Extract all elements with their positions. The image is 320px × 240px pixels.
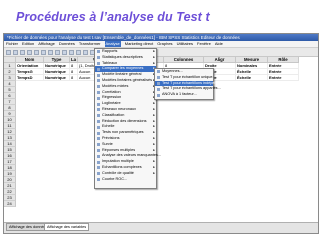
menu-item-icon [96,79,100,83]
menu-item-label: Statistiques descriptives [102,54,143,59]
submenu-item-icon [156,76,160,80]
menu-item-label: Comparer les moyennes [102,66,144,71]
menu-item-icon [96,125,100,129]
menu-item-label: Réseaux neuronaux [102,106,136,111]
menu-item-icon [96,137,100,141]
menu-item-label: Echantillons complexes [102,164,142,169]
spss-window: *Fichier de données pour l'analyse du te… [3,33,319,234]
submenu-item-label: Moyennes... [162,69,183,73]
submenu-item-icon [156,81,160,85]
menu-item-label: Corrélation [102,89,121,94]
menu-item-icon [96,131,100,135]
menu-fen-tre[interactable]: Fenêtre [197,41,211,47]
menu-marketing-direct[interactable]: Marketing direct [125,41,153,47]
menu-item-icon [96,108,100,112]
menu-item-icon [96,50,100,54]
menu-analyse[interactable]: Analyse [104,41,121,47]
menu-fichier[interactable]: Fichier [6,41,18,47]
submenu-item-label: Test T pour échantillons indépendants... [162,80,229,85]
cell-w[interactable]: 8 [70,75,78,81]
submenu-item-icon [156,93,160,97]
menu-item-label: Survie [102,141,113,146]
menu-item-icon [96,73,100,77]
menu-item-icon [96,166,100,170]
submenu-item-label: Test T pour échantillons appariés... [162,86,221,91]
menu-item-label: Prévisions [102,135,120,140]
redo-icon[interactable] [41,49,46,55]
menu-item-icon [96,96,100,100]
find-icon[interactable] [62,49,67,55]
menu-item-icon [96,85,100,89]
menu-item-label: Modèle linéaire général [102,72,142,77]
menu-item-label: Réduction des dimensions [102,118,147,123]
menu-item-icon [96,90,100,94]
menu-item-icon [96,148,100,152]
submenu-item-icon [156,87,160,91]
menu-item-icon [96,172,100,176]
insert-case-icon[interactable] [69,49,74,55]
menu-item-icon [96,102,100,106]
menu-item-icon [96,177,100,181]
cell-role[interactable]: Entrée [268,75,299,81]
submenu-item[interactable]: ANOVA à 1 facteur... [155,92,213,98]
cell-mes[interactable]: Échelle [236,75,268,81]
window-title: *Fichier de données pour l'analyse du te… [4,34,318,41]
menu-item-label: Modèles linéaires généralisés [102,77,153,82]
view-tabs: Affichage des données Affichage des vari… [4,222,318,233]
menu-item-label: Régression [102,95,122,100]
split-file-icon[interactable] [83,49,88,55]
submenu-item-label: Test T pour échantillon unique... [162,74,216,79]
save-icon[interactable] [13,49,18,55]
tab-variable-view[interactable]: Affichage des variables [44,223,90,231]
cell-name[interactable]: TempsD [16,75,44,81]
menu-donn-es[interactable]: Données [59,41,75,47]
insert-variable-icon[interactable] [76,49,81,55]
menu-item-label: Classification [102,112,125,117]
slide-title: Procédures à l’analyse du Test t [16,10,210,24]
menu-utilitaires[interactable]: Utilitaires [177,41,193,47]
menu-graphes[interactable]: Graphes [157,41,172,47]
analyse-menu: Rapports ▸ Statistiques descriptives ▸ Table… [94,48,161,189]
menu-aide[interactable]: Aide [215,41,223,47]
menu-item-label: Tests non paramétriques [102,130,144,135]
menu-item-icon [96,119,100,123]
cell-type[interactable]: Numérique [44,75,70,81]
menu-item-icon [96,160,100,164]
menu-item-icon [96,61,100,65]
row-number[interactable]: 24 [4,201,16,207]
compare-means-submenu: Moyennes... Test T pour échantillon uniqu… [154,68,229,100]
menubar: Fichier Edition Affichage Données Transforme… [4,41,318,48]
toolbar [4,48,318,57]
menu-item-label: Tableaux [102,60,118,65]
menu-item-label: Courbe ROC... [102,176,128,181]
menu-item-icon [96,154,100,158]
menu-item-label: Loglinéaire [102,101,121,106]
menu-item-label: Modèles mixtes [102,83,129,88]
menu-item-label: Rapports [102,49,118,53]
menu-item-label: Analyse des valeurs manquantes... [102,153,162,158]
print-icon[interactable] [20,49,25,55]
open-icon[interactable] [6,49,11,55]
menu-item-label: Echelle [102,124,115,129]
menu-item-icon [96,56,100,60]
menu-item-icon [96,143,100,147]
menu-item-label: Contrôle de qualité [102,170,134,175]
undo-icon[interactable] [34,49,39,55]
menu-transformer[interactable]: Transformer [79,41,101,47]
dialog-recall-icon[interactable] [27,49,32,55]
menu-item-icon [96,114,100,118]
menu-item[interactable]: Courbe ROC... [95,177,156,183]
menu-item-label: Réponses multiples [102,147,136,152]
goto-case-icon[interactable] [48,49,53,55]
menu-item-icon [96,67,100,71]
submenu-item-icon [156,70,160,74]
variables-icon[interactable] [55,49,60,55]
menu-item-label: Imputation multiple [102,159,134,164]
submenu-item-label: ANOVA à 1 facteur... [162,92,197,97]
menu-affichage[interactable]: Affichage [38,41,55,47]
menu-edition[interactable]: Edition [22,41,34,47]
